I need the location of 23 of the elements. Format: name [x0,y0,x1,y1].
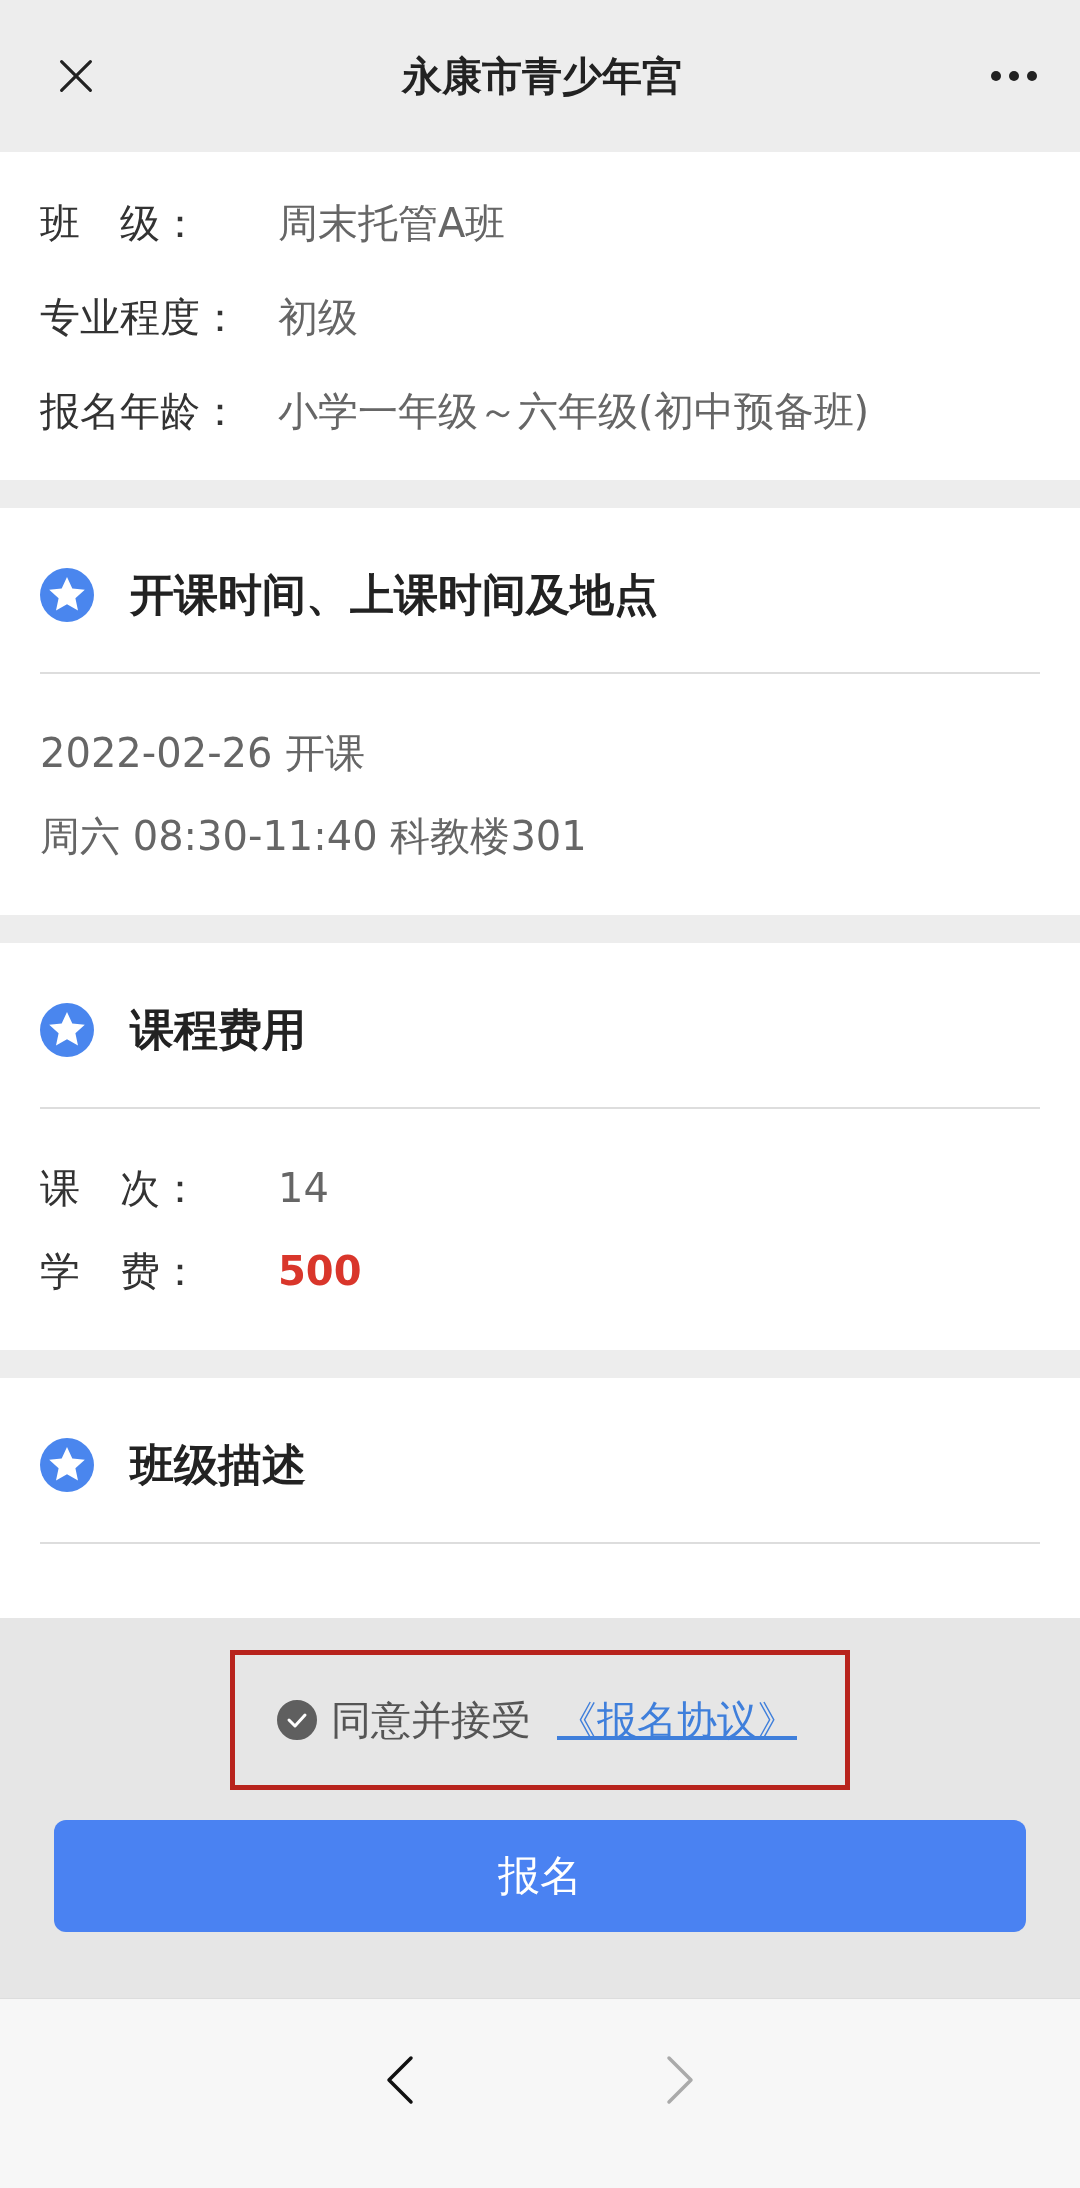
field-label: 学 费： [40,1248,201,1295]
section-title: 课程费用 [130,1002,306,1057]
field-label: 班 级： [40,199,201,248]
schedule-text: 周六 08:30-11:40 科教楼301 [40,813,588,860]
back-icon[interactable] [385,2055,415,2105]
page-title: 永康市青少年宫 [402,51,682,101]
field-label: 专业程度： [40,293,241,342]
close-icon[interactable] [58,58,94,94]
more-icon[interactable] [990,70,1038,82]
checkbox[interactable] [277,1700,317,1740]
field-value: 500 [278,1248,362,1295]
schedule-text: 2022-02-26 开课 [40,730,367,777]
field-value: 14 [278,1165,329,1212]
field-value: 初级 [278,293,358,342]
agreement-link[interactable]: 《报名协议》 [557,1692,797,1748]
field-label: 课 次： [40,1165,201,1212]
section-title: 开课时间、上课时间及地点 [130,567,658,622]
field-value: 小学一年级～六年级(初中预备班) [278,387,870,436]
section-title: 班级描述 [130,1437,306,1492]
agreement-text: 同意并接受 [331,1695,531,1745]
register-button[interactable]: 报名 [54,1820,1026,1932]
field-value: 周末托管A班 [278,199,506,248]
field-label: 报名年龄： [40,387,241,436]
